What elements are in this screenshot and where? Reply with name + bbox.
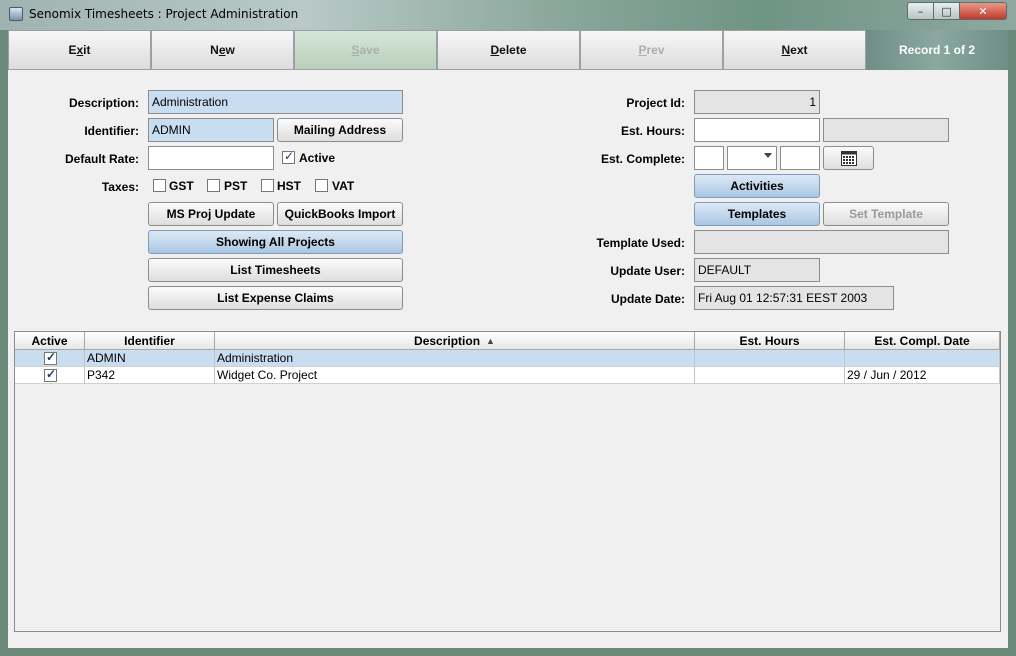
cell-active[interactable]	[15, 367, 85, 384]
active-checkbox[interactable]	[282, 149, 295, 164]
default-rate-label: Default Rate:	[64, 152, 139, 166]
new-label-a: N	[210, 43, 219, 57]
new-button[interactable]: New	[151, 30, 294, 70]
column-header-identifier[interactable]: Identifier	[85, 332, 215, 350]
template-used-field	[694, 230, 949, 254]
taxes-label: Taxes:	[101, 180, 139, 194]
project-id-field: 1	[694, 90, 820, 114]
sort-ascending-icon: ▲	[486, 335, 495, 346]
description-field[interactable]: Administration	[148, 90, 403, 114]
showing-all-projects-button[interactable]: Showing All Projects	[148, 230, 403, 254]
cell-identifier: ADMIN	[85, 350, 215, 367]
column-header-active[interactable]: Active	[15, 332, 85, 350]
chevron-down-icon[interactable]	[764, 153, 772, 158]
new-label-b: w	[225, 43, 235, 57]
next-mnemonic: N	[781, 43, 791, 57]
default-rate-field[interactable]	[148, 146, 274, 170]
exit-label-a: E	[68, 43, 77, 57]
est-complete-label: Est. Complete:	[600, 152, 685, 166]
est-complete-year-field[interactable]	[780, 146, 820, 170]
hst-checkbox[interactable]	[261, 179, 274, 192]
delete-label-b: elete	[499, 43, 527, 57]
calendar-icon	[840, 150, 857, 166]
gst-checkbox[interactable]	[153, 179, 166, 192]
est-hours-extra-field	[823, 118, 949, 142]
vat-label: VAT	[332, 179, 355, 193]
close-button[interactable]: ✕	[959, 2, 1007, 20]
prev-mnemonic: P	[638, 43, 647, 57]
active-checkbox-label: Active	[299, 151, 336, 165]
next-button[interactable]: Next	[723, 30, 866, 70]
activities-button[interactable]: Activities	[694, 174, 820, 198]
vat-checkbox[interactable]	[315, 179, 328, 192]
row-active-checkbox[interactable]	[44, 367, 57, 382]
column-header-description-label: Description	[414, 333, 481, 348]
est-hours-field[interactable]	[694, 118, 820, 142]
table-row[interactable]: P342 Widget Co. Project 29 / Jun / 2012	[15, 367, 1000, 384]
exit-button[interactable]: Ex it	[8, 30, 151, 70]
new-mnemonic: e	[218, 43, 226, 57]
save-label-b: ave	[359, 43, 380, 57]
app-icon	[9, 7, 23, 21]
record-indicator: Record 1 of 2	[866, 30, 1008, 70]
column-header-est-compl-date[interactable]: Est. Compl. Date	[845, 332, 1000, 350]
cell-est-date: 29 / Jun / 2012	[845, 367, 1000, 384]
exit-label-b: it	[83, 43, 91, 57]
cell-identifier: P342	[85, 367, 215, 384]
column-header-description[interactable]: Description ▲	[215, 332, 695, 350]
delete-button[interactable]: Delete	[437, 30, 580, 70]
templates-button[interactable]: Templates	[694, 202, 820, 226]
save-button[interactable]: Save	[294, 30, 437, 70]
calendar-button[interactable]	[823, 146, 874, 170]
list-timesheets-button[interactable]: List Timesheets	[148, 258, 403, 282]
maximize-button[interactable]: □	[933, 2, 960, 20]
save-mnemonic: S	[351, 43, 360, 57]
identifier-field[interactable]: ADMIN	[148, 118, 274, 142]
projects-table[interactable]: Active Identifier Description ▲ Est. Hou…	[14, 331, 1001, 632]
cell-active[interactable]	[15, 350, 85, 367]
delete-mnemonic: D	[490, 43, 500, 57]
update-user-field: DEFAULT	[694, 258, 820, 282]
description-label: Description:	[68, 96, 139, 110]
column-header-est-hours[interactable]: Est. Hours	[695, 332, 845, 350]
update-user-label: Update User:	[610, 264, 685, 278]
identifier-label: Identifier:	[84, 124, 139, 138]
cell-description: Widget Co. Project	[215, 367, 695, 384]
update-date-label: Update Date:	[610, 292, 685, 306]
est-hours-label: Est. Hours:	[620, 124, 685, 138]
next-label-b: ext	[790, 43, 808, 57]
cell-description: Administration	[215, 350, 695, 367]
exit-mnemonic: x	[76, 43, 84, 57]
client-area: Ex it New Save Delete Prev Next Record 1 …	[8, 30, 1008, 648]
set-template-button[interactable]: Set Template	[823, 202, 949, 226]
est-complete-day-field[interactable]	[694, 146, 724, 170]
update-date-field: Fri Aug 01 12:57:31 EEST 2003	[694, 286, 894, 310]
row-active-checkbox[interactable]	[44, 350, 57, 365]
pst-checkbox[interactable]	[207, 179, 220, 192]
project-id-label: Project Id:	[626, 96, 685, 110]
ms-proj-update-button[interactable]: MS Proj Update	[148, 202, 274, 226]
table-row[interactable]: ADMIN Administration	[15, 350, 1000, 367]
template-used-label: Template Used:	[596, 236, 685, 250]
title-bar: Senomix Timesheets : Project Administrat…	[0, 0, 1016, 30]
window-title: Senomix Timesheets : Project Administrat…	[29, 7, 299, 21]
est-complete-month-select[interactable]	[727, 146, 777, 170]
gst-label: GST	[169, 179, 194, 193]
pst-label: PST	[224, 179, 248, 193]
hst-label: HST	[277, 179, 301, 193]
table-header: Active Identifier Description ▲ Est. Hou…	[15, 332, 1000, 350]
prev-button[interactable]: Prev	[580, 30, 723, 70]
toolbar: Ex it New Save Delete Prev Next Record 1 …	[8, 30, 1008, 70]
cell-est-date	[845, 350, 1000, 367]
cell-est-hours	[695, 367, 845, 384]
mailing-address-button[interactable]: Mailing Address	[277, 118, 403, 142]
quickbooks-import-button[interactable]: QuickBooks Import	[277, 202, 403, 226]
prev-label-b: rev	[646, 43, 665, 57]
minimize-button[interactable]: –	[907, 2, 934, 20]
cell-est-hours	[695, 350, 845, 367]
list-expense-claims-button[interactable]: List Expense Claims	[148, 286, 403, 310]
